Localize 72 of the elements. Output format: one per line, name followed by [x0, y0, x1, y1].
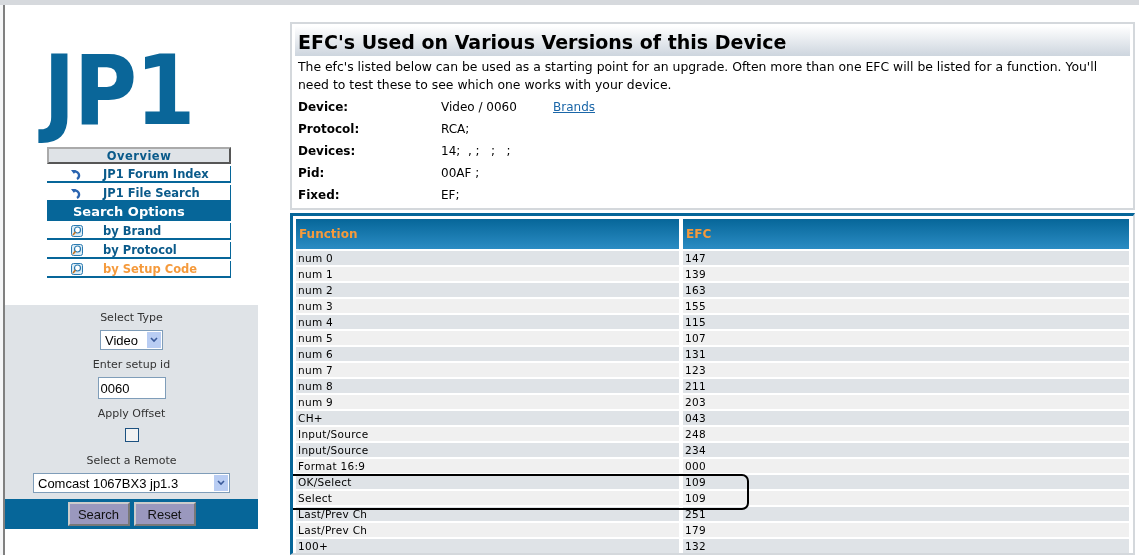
table-cell: Select	[296, 491, 679, 507]
table-cell: num 6	[296, 347, 679, 363]
table-cell: Format 16:9	[296, 459, 679, 475]
search-icon	[71, 243, 83, 256]
type-dropdown[interactable]: Video	[100, 330, 163, 350]
field-value: Video / 0060	[441, 100, 518, 114]
field-label: Select Type	[100, 311, 163, 324]
field-name: Devices:	[298, 144, 357, 158]
table-cell: 131	[683, 347, 1129, 363]
form-button[interactable]: Reset	[133, 502, 196, 526]
table-cell: 139	[683, 267, 1129, 283]
table-cell: 179	[683, 523, 1129, 539]
table-cell: 211	[683, 379, 1129, 395]
table-cell: 248	[683, 427, 1129, 443]
table-cell: 132	[683, 539, 1129, 553]
table-cell: num 2	[296, 283, 679, 299]
table-cell: Last/Prev Ch	[296, 523, 679, 539]
table-cell: 109	[683, 491, 1129, 507]
menu-link[interactable]: by Brand	[47, 223, 231, 240]
field-label: Apply Offset	[97, 407, 166, 420]
table-cell: num 4	[296, 315, 679, 331]
table-cell: CH+	[296, 411, 679, 427]
table-cell: Input/Source	[296, 443, 679, 459]
field-name: Device:	[298, 100, 350, 114]
table-cell: 251	[683, 507, 1129, 523]
table-cell: 234	[683, 443, 1129, 459]
table-cell: 123	[683, 363, 1129, 379]
column-header: EFC	[683, 219, 1129, 249]
field-value: 14; , ; ; ;	[441, 144, 512, 158]
field-value: EF;	[441, 188, 461, 202]
arrow-icon	[71, 167, 83, 180]
offset-checkbox[interactable]	[124, 428, 139, 442]
table-cell: Input/Source	[296, 427, 679, 443]
table-cell: num 9	[296, 395, 679, 411]
column-header: Function	[296, 219, 679, 249]
table-cell: 115	[683, 315, 1129, 331]
field-value: 00AF ;	[441, 166, 481, 180]
form-button[interactable]: Search	[67, 502, 130, 526]
intro-text: The efc's listed below can be used as a starting point for an upgrade. Often more than one EFC will be listed for a function. You'll need to test these to see which one works with your device.	[297, 58, 1099, 94]
field-label: Select a Remote	[86, 454, 177, 467]
page-title: EFC's Used on Various Versions of this Device	[295, 26, 1130, 56]
table-cell: num 8	[296, 379, 679, 395]
field-label: Enter setup id	[92, 358, 171, 371]
search-icon	[71, 262, 83, 275]
table-cell: 000	[683, 459, 1129, 475]
search-icon	[71, 224, 83, 237]
section-heading: Search Options	[47, 202, 231, 221]
field-name: Pid:	[298, 166, 326, 180]
table-cell: num 3	[296, 299, 679, 315]
table-cell: num 1	[296, 267, 679, 283]
table-cell: 147	[683, 251, 1129, 267]
table-cell: num 7	[296, 363, 679, 379]
field-name: Protocol:	[298, 122, 361, 136]
menu-link[interactable]: JP1 File Search	[47, 185, 231, 202]
table-cell: 100+	[296, 539, 679, 553]
table-cell: 163	[683, 283, 1129, 299]
menu-link[interactable]: by Protocol	[47, 242, 231, 259]
table-cell: num 5	[296, 331, 679, 347]
field-value: RCA;	[441, 122, 471, 136]
table-cell: 203	[683, 395, 1129, 411]
table-cell: 155	[683, 299, 1129, 315]
table-cell: 109	[683, 475, 1129, 491]
overview-button[interactable]: Overview	[47, 147, 231, 164]
setup-id-field[interactable]: 0060	[97, 377, 166, 399]
brands-link[interactable]: Brands	[553, 100, 595, 114]
table-cell: 107	[683, 331, 1129, 347]
menu-link[interactable]: JP1 Forum Index	[47, 166, 231, 183]
arrow-icon	[71, 186, 83, 199]
table-cell: num 0	[296, 251, 679, 267]
remote-dropdown[interactable]: Comcast 1067BX3 jp1.3	[33, 473, 230, 493]
field-name: Fixed:	[298, 188, 341, 202]
table-cell: 043	[683, 411, 1129, 427]
